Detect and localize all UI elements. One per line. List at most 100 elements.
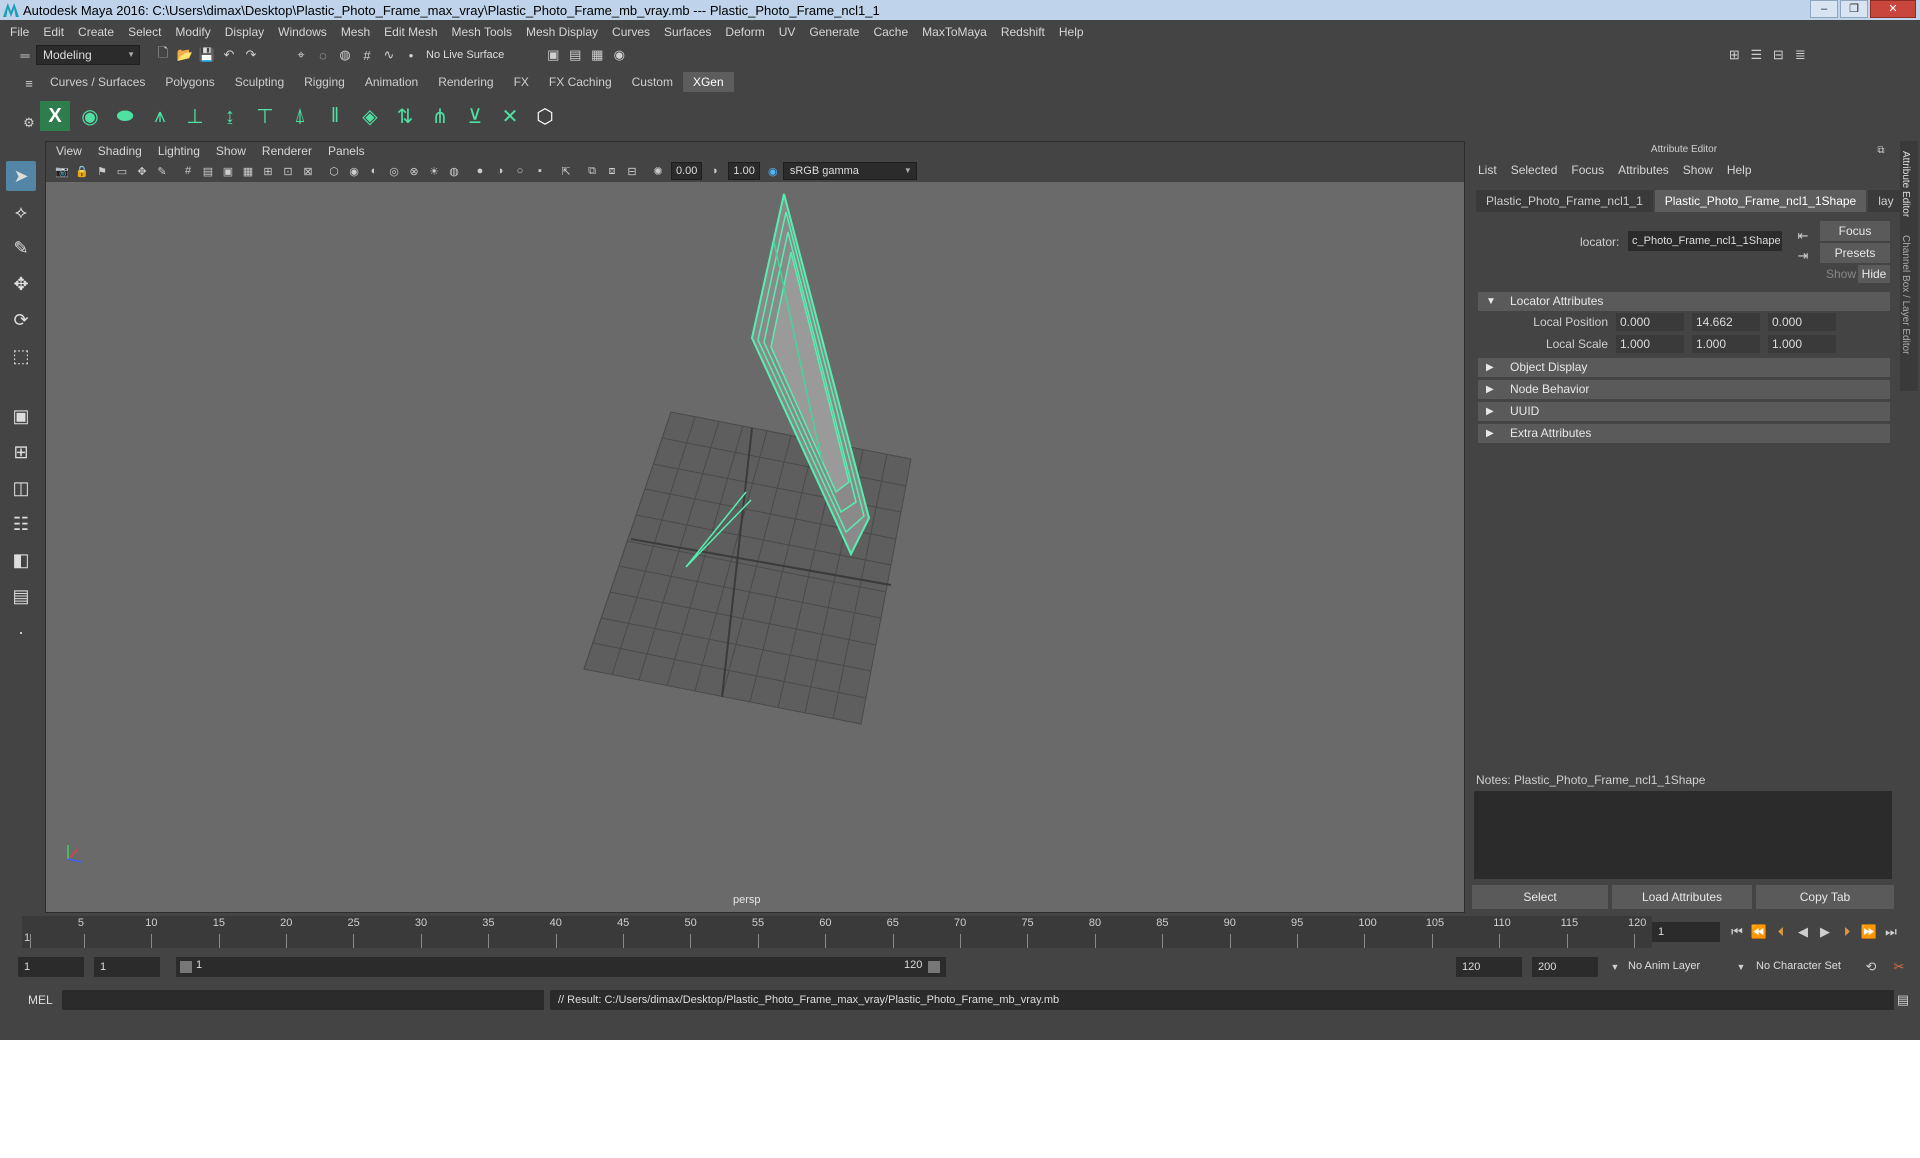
shelf-tab-polygons[interactable]: Polygons bbox=[155, 72, 224, 92]
xgen-layer-icon[interactable]: ◈ bbox=[355, 101, 385, 131]
shelf-tab-rigging[interactable]: Rigging bbox=[294, 72, 355, 92]
menu-display[interactable]: Display bbox=[225, 25, 264, 39]
menu-select[interactable]: Select bbox=[128, 25, 161, 39]
four-view-icon[interactable]: ⊞ bbox=[6, 437, 36, 467]
colorspace-dropdown[interactable]: sRGB gamma bbox=[782, 162, 917, 180]
render-settings-icon[interactable]: ▦ bbox=[588, 46, 606, 64]
playback-start-field[interactable]: 1 bbox=[94, 957, 160, 977]
field-chart-icon[interactable]: ⊞ bbox=[260, 163, 276, 179]
end-time-dropdown-icon[interactable]: ▼ bbox=[1606, 958, 1624, 976]
shelf-tab-fx[interactable]: FX bbox=[504, 72, 539, 92]
node-name-field[interactable]: c_Photo_Frame_ncl1_1Shape bbox=[1628, 231, 1782, 251]
xgen-lock-guide-icon[interactable]: ⍋ bbox=[285, 101, 315, 131]
vp-menu-show[interactable]: Show bbox=[216, 144, 246, 158]
xgen-flip-guide-icon[interactable]: ⇅ bbox=[390, 101, 420, 131]
go-to-start-icon[interactable]: ⏮ bbox=[1728, 923, 1746, 941]
isolate-select-icon[interactable]: ⇱ bbox=[558, 163, 574, 179]
menu-mesh-display[interactable]: Mesh Display bbox=[526, 25, 598, 39]
lasso-tool-icon[interactable]: ⟡ bbox=[6, 197, 36, 227]
move-tool-icon[interactable]: ✥ bbox=[6, 269, 36, 299]
grease-pencil-icon[interactable]: ✎ bbox=[154, 163, 170, 179]
shelf-tab-rendering[interactable]: Rendering bbox=[428, 72, 503, 92]
shelf-tab-animation[interactable]: Animation bbox=[355, 72, 428, 92]
side-tab-channel-box[interactable]: Channel Box / Layer Editor bbox=[1900, 217, 1911, 355]
textured-icon[interactable]: ⊗ bbox=[406, 163, 422, 179]
safe-action-icon[interactable]: ⊡ bbox=[280, 163, 296, 179]
exposure-icon[interactable]: ✺ bbox=[650, 163, 666, 179]
2d-pan-icon[interactable]: ✥ bbox=[134, 163, 150, 179]
step-back-key-icon[interactable]: ⏪ bbox=[1750, 923, 1768, 941]
xgen-clump-icon[interactable]: ⊻ bbox=[460, 101, 490, 131]
xgen-create-description-icon[interactable]: ⬬ bbox=[110, 101, 140, 131]
step-back-frame-icon[interactable]: ⏴ bbox=[1772, 923, 1790, 941]
xgen-bend-guide-icon[interactable]: ⋔ bbox=[425, 101, 455, 131]
ae-tab-layer[interactable]: lay bbox=[1868, 190, 1904, 212]
paint-select-icon[interactable]: ◍ bbox=[336, 46, 354, 64]
vp-menu-view[interactable]: View bbox=[56, 144, 82, 158]
copy-tab-button[interactable]: Copy Tab bbox=[1756, 885, 1894, 909]
show-input-icon[interactable]: ⇥ bbox=[1794, 247, 1812, 265]
layers-icon[interactable]: ≣ bbox=[1791, 46, 1809, 64]
playback-end-field[interactable]: 120 bbox=[1456, 957, 1522, 977]
new-scene-icon[interactable]: 🗋 bbox=[154, 45, 172, 64]
ae-menu-selected[interactable]: Selected bbox=[1511, 163, 1558, 177]
ae-tab-shape[interactable]: Plastic_Photo_Frame_ncl1_1Shape bbox=[1654, 190, 1867, 212]
range-slider-left-handle[interactable] bbox=[180, 961, 192, 973]
play-forward-icon[interactable]: ▶ bbox=[1816, 923, 1834, 941]
presets-button[interactable]: Presets bbox=[1820, 243, 1890, 263]
undo-icon[interactable]: ↶ bbox=[220, 46, 238, 64]
scale-tool-icon[interactable]: ⬚ bbox=[6, 341, 36, 371]
xgen-guides-icon[interactable]: ⩚ bbox=[145, 101, 175, 131]
viewport-persp[interactable]: View Shading Lighting Show Renderer Pane… bbox=[45, 141, 1465, 913]
gamma-icon[interactable]: ◗ bbox=[707, 163, 723, 179]
notes-textarea[interactable] bbox=[1474, 791, 1892, 879]
rotate-tool-icon[interactable]: ⟳ bbox=[6, 305, 36, 335]
xray-icon[interactable]: ● bbox=[472, 163, 488, 179]
paint-tool-icon[interactable]: ✎ bbox=[6, 233, 36, 263]
ae-tab-transform[interactable]: Plastic_Photo_Frame_ncl1_1 bbox=[1476, 190, 1653, 212]
snap-point-icon[interactable]: • bbox=[402, 46, 420, 64]
live-surface-label[interactable]: No Live Surface bbox=[426, 49, 504, 61]
menu-modify[interactable]: Modify bbox=[175, 25, 210, 39]
ae-menu-show[interactable]: Show bbox=[1683, 163, 1713, 177]
safe-title-icon[interactable]: ⊠ bbox=[300, 163, 316, 179]
anti-alias-icon[interactable]: ⊟ bbox=[624, 163, 640, 179]
ipr-render-icon[interactable]: ▤ bbox=[566, 46, 584, 64]
ae-menu-attributes[interactable]: Attributes bbox=[1618, 163, 1669, 177]
local-position-z[interactable]: 0.000 bbox=[1768, 313, 1836, 331]
grid-icon[interactable]: # bbox=[180, 163, 196, 179]
anim-prefs-icon[interactable]: ✂ bbox=[1890, 958, 1908, 976]
xgen-hex-icon[interactable]: ⬡ bbox=[530, 101, 560, 131]
go-to-end-icon[interactable]: ⏭ bbox=[1882, 923, 1900, 941]
close-icon[interactable]: ✕ bbox=[1870, 0, 1916, 18]
time-slider[interactable]: 1 5 10 15 20 25 30 35 40 45 50 55 60 65 70 75 80 85 90 95 10… bbox=[0, 916, 1920, 948]
outliner-icon[interactable]: ⊟ bbox=[1769, 46, 1787, 64]
script-editor-icon[interactable]: ▤ bbox=[1894, 991, 1912, 1009]
snap-grid-icon[interactable]: # bbox=[358, 46, 376, 64]
shelf-settings-icon[interactable]: ⚙ bbox=[20, 114, 38, 132]
camera-lock-icon[interactable]: 🔒 bbox=[74, 163, 90, 179]
start-time-field[interactable]: 1 bbox=[18, 957, 84, 977]
xgen-rotate-guide-icon[interactable]: ⊤ bbox=[250, 101, 280, 131]
anim-layer-arrow-icon[interactable]: ▼ bbox=[1732, 958, 1750, 976]
ae-menu-list[interactable]: List bbox=[1478, 163, 1497, 177]
node-behavior-section[interactable]: Node Behavior bbox=[1478, 380, 1890, 399]
xray-joints-icon[interactable]: ◑ bbox=[492, 163, 508, 179]
menu-create[interactable]: Create bbox=[78, 25, 114, 39]
show-button[interactable]: Show bbox=[1826, 267, 1856, 281]
end-time-field[interactable]: 200 bbox=[1532, 957, 1598, 977]
lasso-icon[interactable]: ◌ bbox=[314, 46, 332, 64]
xgen-move-guide-icon[interactable]: ↨ bbox=[215, 101, 245, 131]
mode-dropdown[interactable]: Modeling bbox=[36, 45, 140, 65]
shelf-tab-custom[interactable]: Custom bbox=[622, 72, 683, 92]
menu-windows[interactable]: Windows bbox=[278, 25, 327, 39]
menu-uv[interactable]: UV bbox=[779, 25, 796, 39]
local-position-x[interactable]: 0.000 bbox=[1616, 313, 1684, 331]
hypershade-view-icon[interactable]: ▤ bbox=[6, 581, 36, 611]
exposure-field[interactable]: 0.00 bbox=[671, 162, 703, 180]
minimize-icon[interactable]: – bbox=[1810, 0, 1838, 18]
redo-icon[interactable]: ↷ bbox=[242, 46, 260, 64]
vp-menu-shading[interactable]: Shading bbox=[98, 144, 142, 158]
ambient-occlusion-icon[interactable]: ⧈ bbox=[604, 163, 620, 179]
side-by-side-icon[interactable]: ◫ bbox=[6, 473, 36, 503]
